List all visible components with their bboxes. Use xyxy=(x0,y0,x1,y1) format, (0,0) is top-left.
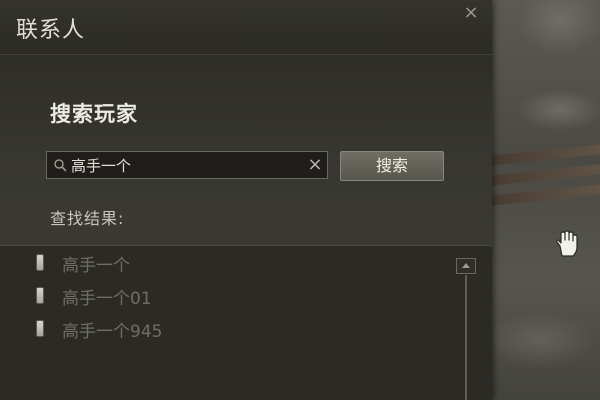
scroll-track[interactable] xyxy=(465,275,467,400)
result-item[interactable]: 高手一个 xyxy=(36,250,416,276)
phone-icon xyxy=(36,287,44,304)
search-players-heading: 搜索玩家 xyxy=(50,102,138,126)
results-scrollbar[interactable] xyxy=(456,258,478,400)
result-name: 高手一个01 xyxy=(62,289,152,309)
result-name: 高手一个 xyxy=(62,256,130,276)
search-button[interactable]: 搜索 xyxy=(340,151,444,181)
search-input[interactable] xyxy=(71,153,301,177)
close-icon: × xyxy=(463,2,479,23)
background-plank xyxy=(490,164,600,186)
result-item[interactable]: 高手一个01 xyxy=(36,283,416,309)
close-button[interactable]: × xyxy=(460,2,482,24)
result-item[interactable]: 高手一个945 xyxy=(36,316,416,342)
background-plank xyxy=(490,144,600,166)
scroll-up-button[interactable] xyxy=(456,258,476,274)
panel-header: 联系人 × xyxy=(0,0,492,55)
panel-title: 联系人 xyxy=(16,18,86,43)
phone-icon xyxy=(36,320,44,337)
search-box[interactable]: × xyxy=(46,151,328,179)
result-name: 高手一个945 xyxy=(62,322,163,342)
search-icon xyxy=(54,159,67,172)
contacts-panel: 联系人 × 搜索玩家 × 搜索 查找结果: 高手一个 高手一个01 高手 xyxy=(0,0,492,400)
hand-cursor-icon xyxy=(556,230,578,257)
search-section: 搜索玩家 × 搜索 查找结果: xyxy=(0,55,492,246)
result-list: 高手一个 高手一个01 高手一个945 xyxy=(0,246,450,400)
phone-icon xyxy=(36,254,44,271)
background-plank xyxy=(490,184,600,206)
results-label: 查找结果: xyxy=(50,209,125,228)
clear-search-icon[interactable]: × xyxy=(305,155,325,175)
